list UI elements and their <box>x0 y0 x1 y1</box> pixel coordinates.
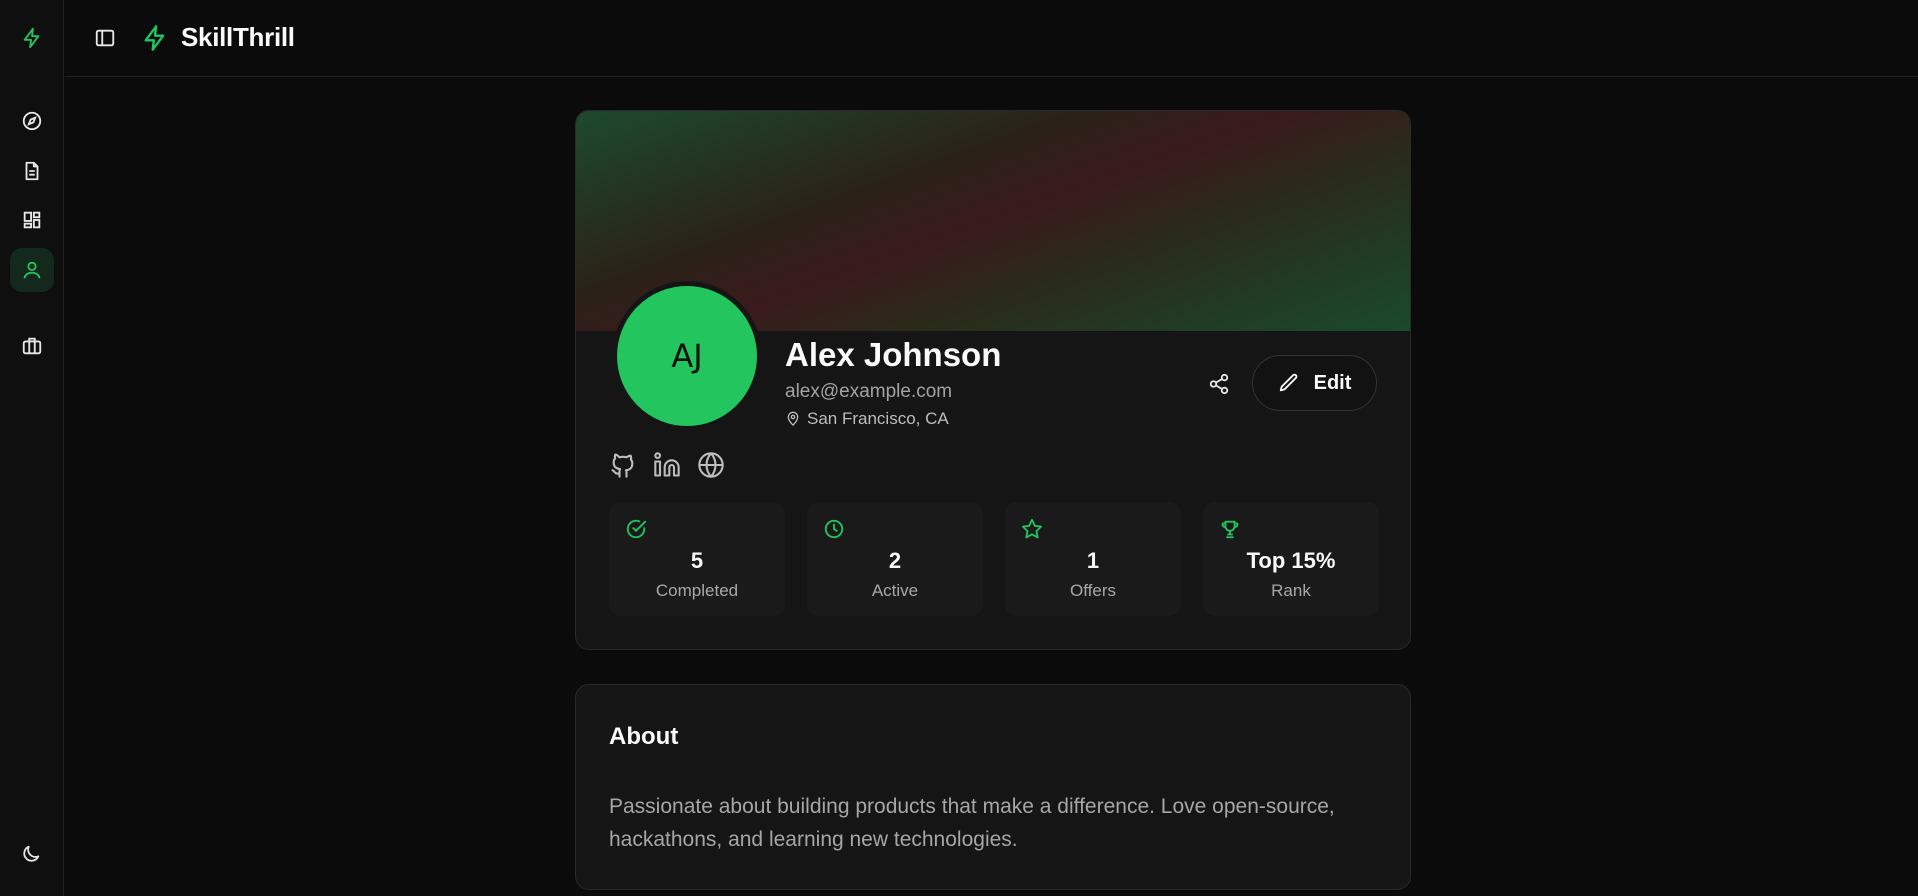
user-icon <box>23 261 41 279</box>
pencil-icon <box>1279 373 1297 392</box>
social-links <box>609 451 725 479</box>
github-icon <box>611 453 634 478</box>
location-text: San Francisco, CA <box>807 409 949 428</box>
stat-label: Rank <box>1271 581 1311 600</box>
about-title: About <box>609 723 679 750</box>
map-pin-icon <box>787 411 799 426</box>
sidebar <box>0 0 64 896</box>
linkedin-icon <box>654 452 680 477</box>
edit-label: Edit <box>1313 371 1352 394</box>
bolt-icon <box>141 24 169 52</box>
bolt-logo-icon[interactable] <box>16 22 48 54</box>
github-link[interactable] <box>609 451 637 479</box>
avatar: AJ <box>612 281 762 431</box>
sidebar-item-documents[interactable] <box>10 149 54 193</box>
profile-email: alex@example.com <box>785 381 953 402</box>
profile-location: San Francisco, CA <box>785 409 949 429</box>
trophy-icon <box>1221 520 1239 539</box>
stat-value: 5 <box>690 548 704 573</box>
linkedin-link[interactable] <box>653 451 681 479</box>
stat-active: 2 Active <box>807 502 983 616</box>
dashboard-icon <box>23 211 41 229</box>
document-icon <box>25 161 39 181</box>
sidebar-item-jobs[interactable] <box>10 324 54 368</box>
moon-icon <box>23 845 40 862</box>
share-icon <box>1209 373 1229 395</box>
star-icon <box>1021 518 1043 539</box>
website-link[interactable] <box>697 451 725 479</box>
compass-icon <box>22 111 42 131</box>
sidebar-item-profile[interactable] <box>10 248 54 292</box>
about-card: About Passionate about building products… <box>575 684 1411 890</box>
sidebar-item-dashboard[interactable] <box>10 198 54 242</box>
edit-profile-button[interactable]: Edit <box>1252 355 1377 411</box>
top-header: SkillThrill <box>65 0 1918 77</box>
stat-rank: Top 15% Rank <box>1203 502 1379 616</box>
stat-offers: 1 Offers <box>1005 502 1181 616</box>
panel-left-icon <box>95 29 115 47</box>
clock-icon <box>824 519 844 539</box>
globe-icon <box>698 452 724 478</box>
profile-name: Alex Johnson <box>785 336 1002 373</box>
stat-completed: 5 Completed <box>609 502 785 616</box>
stat-label: Active <box>871 581 919 600</box>
app-title[interactable]: SkillThrill <box>181 22 295 53</box>
stats-row: 5 Completed 2 Active 1 Offers Top 15% Ra… <box>609 502 1379 616</box>
briefcase-icon <box>22 337 42 355</box>
stat-label: Completed <box>655 581 739 600</box>
profile-card: AJ Alex Johnson alex@example.com San Fra… <box>575 110 1411 650</box>
stat-value: 1 <box>1086 548 1100 573</box>
about-text: Passionate about building products that … <box>609 795 1335 851</box>
stat-value: Top 15% <box>1246 548 1336 573</box>
sidebar-toggle-button[interactable] <box>92 25 118 51</box>
theme-toggle-button[interactable] <box>20 843 44 867</box>
stat-label: Offers <box>1070 581 1116 600</box>
check-circle-icon <box>626 519 647 539</box>
share-button[interactable] <box>1196 361 1242 407</box>
sidebar-item-explore[interactable] <box>10 99 54 143</box>
stat-value: 2 <box>888 548 902 573</box>
